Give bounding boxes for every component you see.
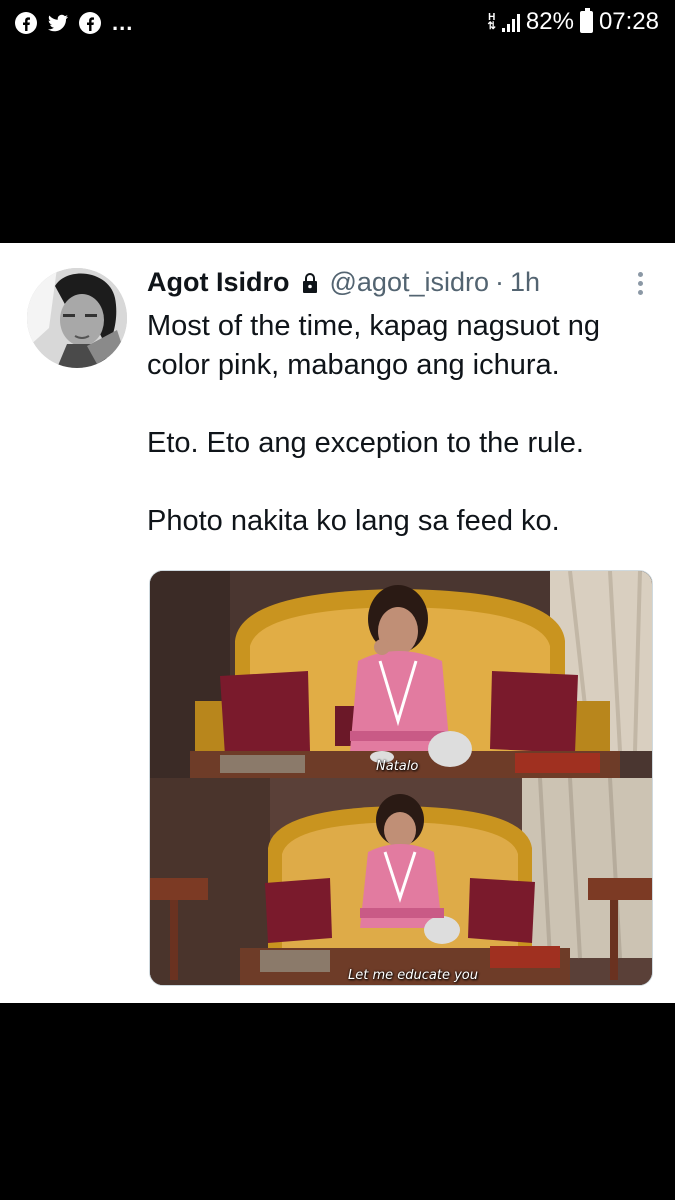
tweet-card[interactable]: Agot Isidro @agot_isidro · 1h Most of th…: [0, 243, 675, 1003]
separator: ·: [495, 267, 504, 297]
system-status: H ⇅ 82% 07:28: [487, 8, 659, 36]
frame-caption: Natalo: [376, 759, 419, 774]
media-frame-top: Natalo: [150, 571, 652, 778]
status-bar: ... H ⇅ 82% 07:28: [0, 0, 675, 48]
data-arrows-icon: ⇅: [487, 21, 496, 32]
notification-icons: ...: [14, 10, 133, 36]
author-name[interactable]: Agot Isidro: [147, 267, 290, 298]
tweet-header: Agot Isidro @agot_isidro · 1h: [147, 267, 540, 298]
author-handle[interactable]: @agot_isidro: [330, 267, 490, 298]
more-notifications: ...: [112, 10, 134, 35]
network-type: H ⇅: [487, 13, 496, 32]
battery-icon: [579, 8, 593, 33]
signal-icon: [501, 12, 520, 32]
tweet-paragraph: Eto. Eto ang exception to the rule.: [147, 427, 584, 459]
twitter-icon: [48, 14, 68, 32]
meme-image-top: [150, 571, 652, 778]
timestamp[interactable]: 1h: [510, 267, 540, 298]
clock: 07:28: [598, 8, 659, 35]
facebook-icon: [15, 12, 37, 34]
meme-image-bottom: [150, 778, 652, 985]
avatar[interactable]: [27, 268, 127, 368]
media-frame-bottom: Let me educate you: [150, 778, 652, 985]
frame-caption: Let me educate you: [348, 968, 478, 983]
lock-icon: [302, 272, 317, 293]
tweet-media[interactable]: Natalo Let me educate you: [149, 570, 653, 986]
facebook-icon: [79, 12, 101, 34]
avatar-photo: [27, 268, 127, 368]
tweet-paragraph: Photo nakita ko lang sa feed ko.: [147, 505, 560, 537]
more-options-icon[interactable]: [635, 269, 645, 299]
tweet-paragraph: Most of the time, kapag nagsuot ng color…: [147, 310, 600, 381]
tweet-text: Most of the time, kapag nagsuot ng color…: [147, 307, 657, 541]
battery-percent: 82%: [525, 8, 574, 35]
